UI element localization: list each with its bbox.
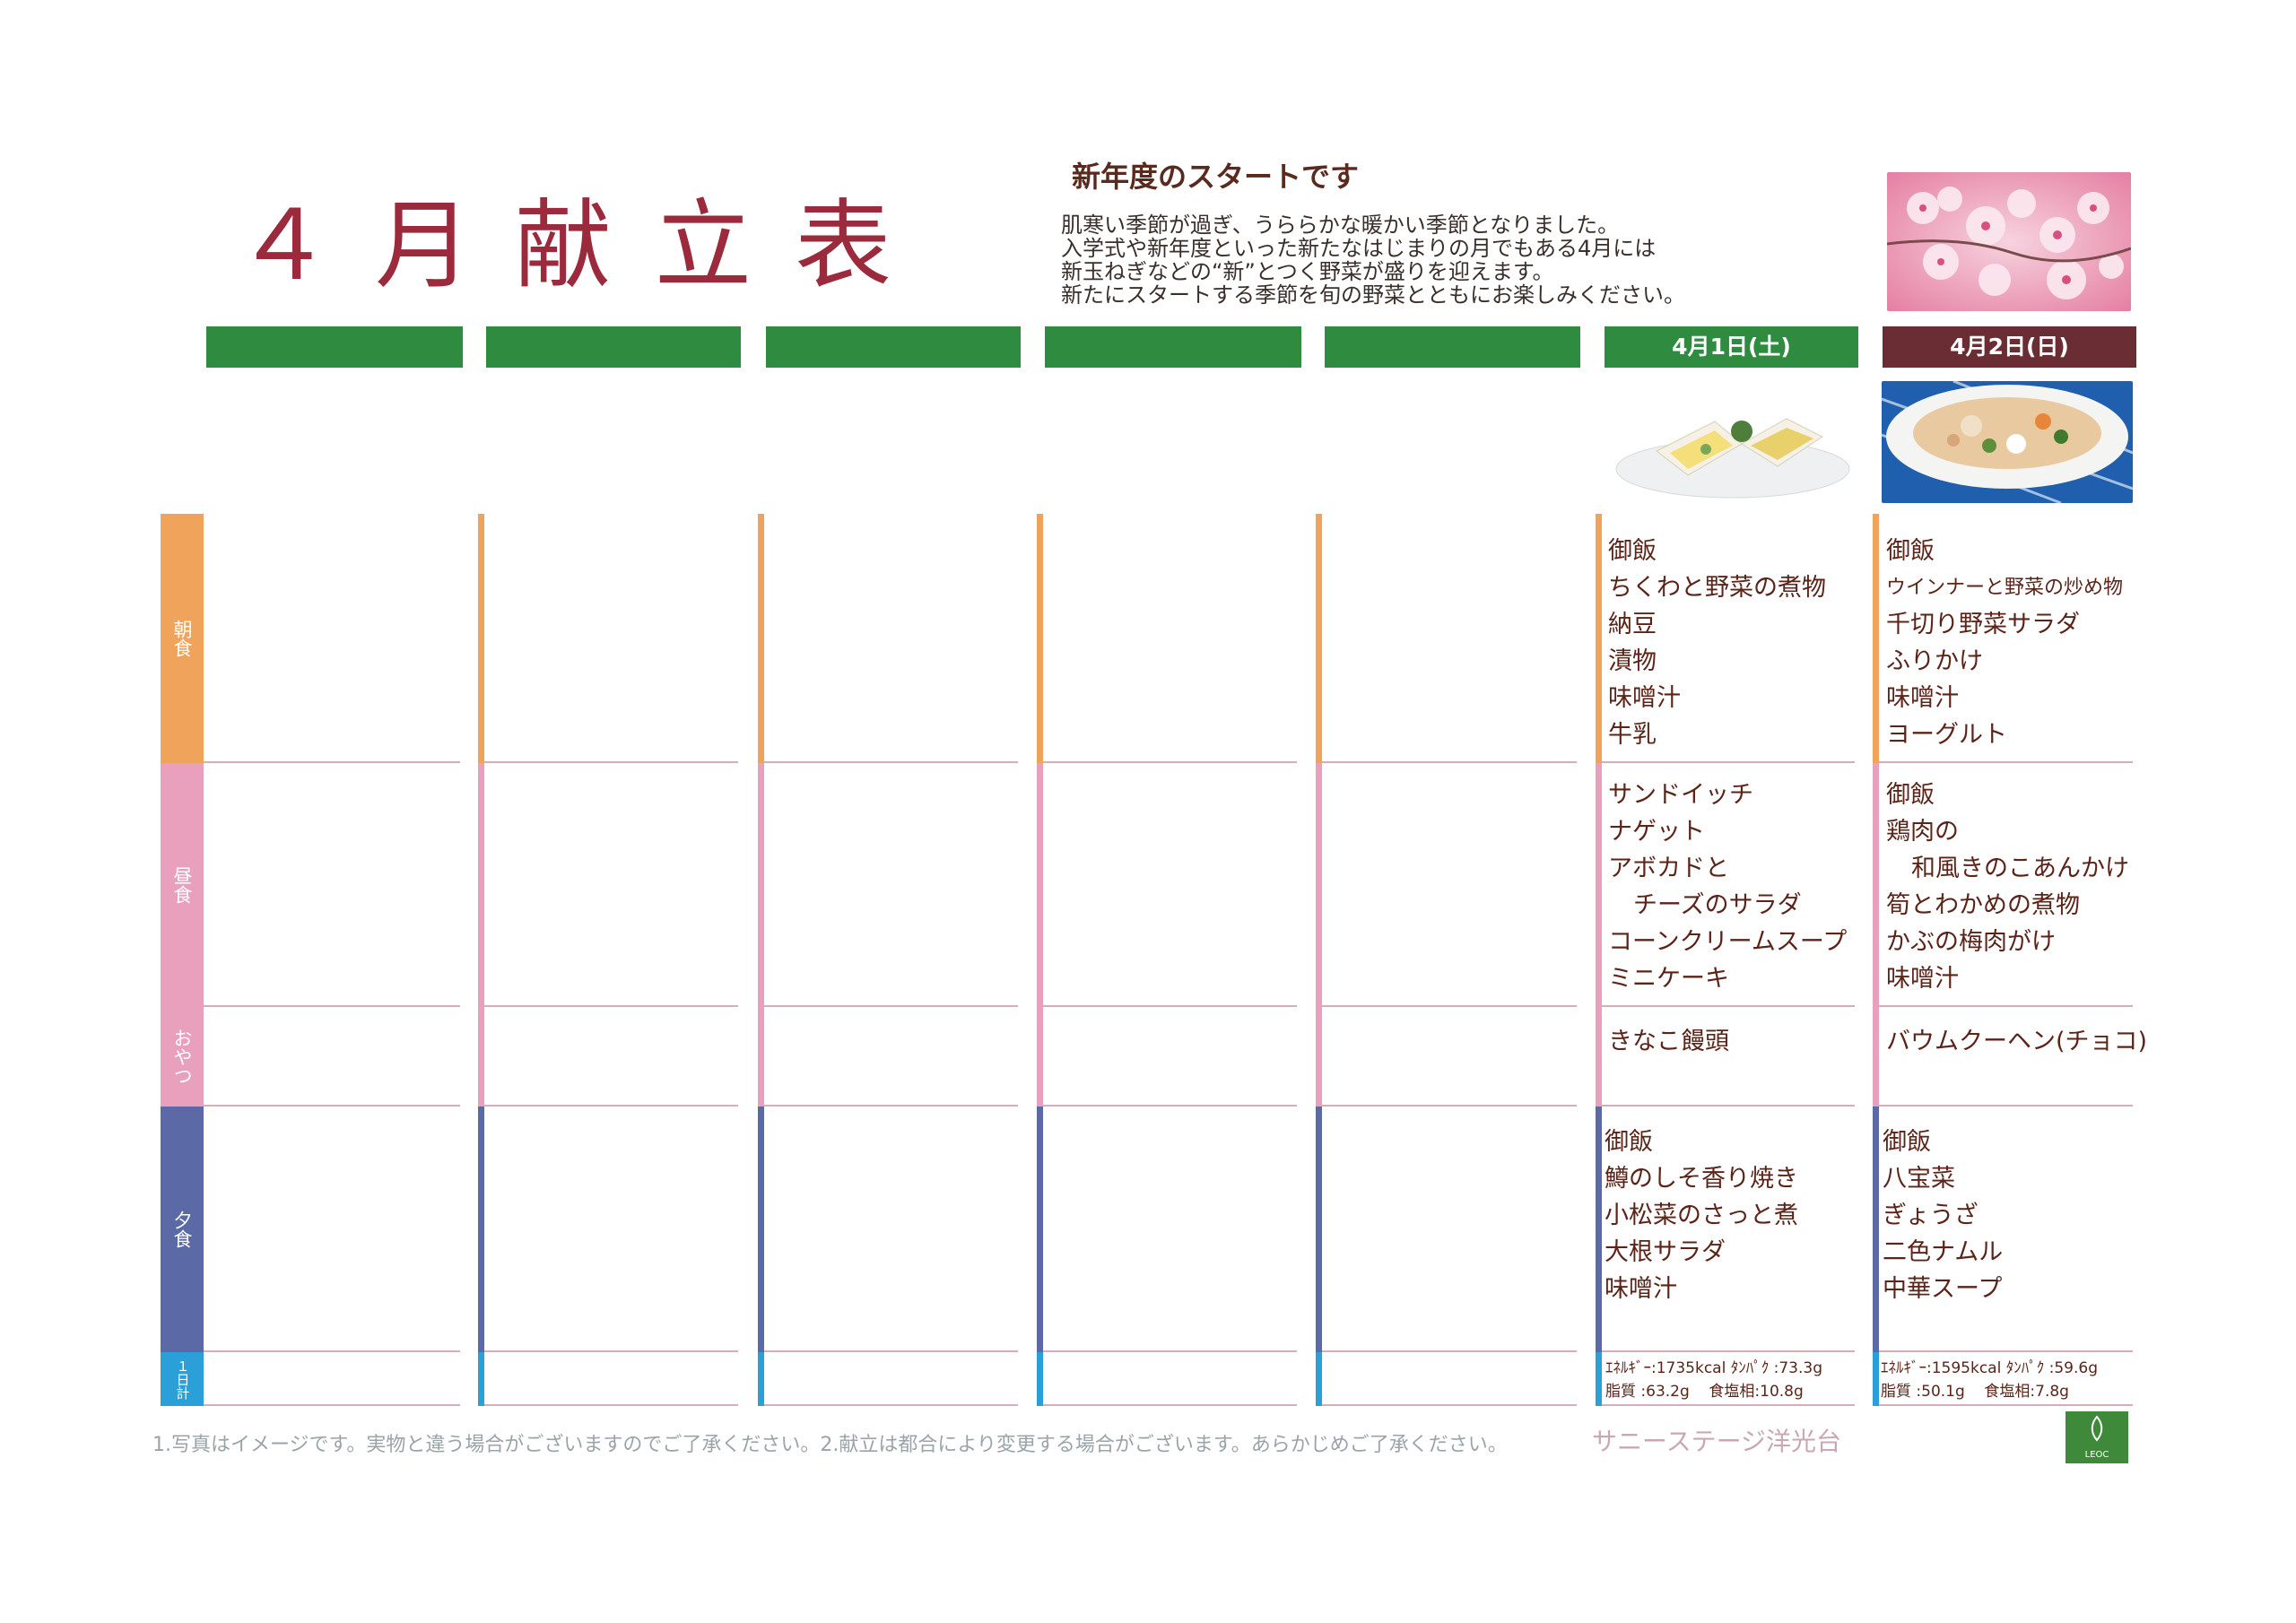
- menu-item: 和風きのこあんかけ: [1911, 855, 2129, 882]
- day-header-apr2: 4月2日(日): [1883, 326, 2136, 368]
- menu-item: 納豆: [1608, 611, 1657, 638]
- nutrition-apr2: ｴﾈﾙｷﾞｰ:1595kcal ﾀﾝﾊﾟｸ :59.6g 脂質 :50.1g 食…: [1881, 1357, 2098, 1403]
- menu-item: 味噌汁: [1886, 684, 1959, 712]
- salt-value: 食塩相:10.8g: [1709, 1383, 1804, 1401]
- menu-item: 大根サラダ: [1605, 1238, 1726, 1266]
- protein-value: ﾀﾝﾊﾟｸ :59.6g: [2005, 1359, 2099, 1377]
- dinner-menu-apr1: 御飯 鱒のしそ香り焼き 小松菜のさっと煮 大根サラダ 味噌汁: [1605, 1124, 1798, 1307]
- menu-item: ヨーグルト: [1886, 721, 2007, 749]
- menu-item: きなこ饅頭: [1608, 1028, 1729, 1055]
- intro-text: 肌寒い季節が過ぎ、うららかな暖かい季節となりました。 入学式や新年度といった新た…: [1061, 213, 1743, 307]
- salt-value: 食塩相:7.8g: [1984, 1383, 2069, 1401]
- menu-item: ミニケーキ: [1608, 965, 1729, 993]
- menu-item: 味噌汁: [1605, 1275, 1677, 1303]
- menu-item: ウインナーと野菜の炒め物: [1886, 577, 2124, 599]
- breakfast-menu-apr1: 御飯 ちくわと野菜の煮物 納豆 漬物 味噌汁 牛乳: [1608, 533, 1826, 753]
- protein-value: ﾀﾝﾊﾟｸ :73.3g: [1730, 1359, 1823, 1377]
- page-title: ４月献立表: [235, 190, 935, 302]
- menu-item: 千切り野菜サラダ: [1886, 611, 2080, 638]
- snack-menu-apr1: きなこ饅頭: [1608, 1023, 1729, 1060]
- menu-item: 小松菜のさっと煮: [1605, 1202, 1798, 1229]
- menu-item: サンドイッチ: [1608, 781, 1753, 809]
- leoc-logo: LEOC: [2066, 1411, 2128, 1463]
- day-header-blank: [766, 326, 1021, 368]
- menu-item: コーンクリームスープ: [1608, 928, 1848, 956]
- day-header-blank: [486, 326, 741, 368]
- sandwich-image: [1607, 381, 1855, 503]
- lunch-menu-apr1: サンドイッチ ナゲット アボカドと チーズのサラダ コーンクリームスープ ミニケ…: [1608, 777, 1847, 997]
- daily-total-label: １日計: [161, 1352, 204, 1406]
- menu-item: 二色ナムル: [1883, 1238, 2004, 1266]
- day-header-blank: [206, 326, 463, 368]
- menu-item: ふりかけ: [1886, 647, 1983, 675]
- dinner-menu-apr2: 御飯 八宝菜 ぎょうざ 二色ナムル 中華スープ: [1883, 1124, 2003, 1307]
- menu-item: 御飯: [1608, 537, 1657, 565]
- menu-item: 御飯: [1605, 1128, 1653, 1156]
- breakfast-label: 朝食: [161, 514, 204, 763]
- intro-line: 新玉ねぎなどの“新”とつく野菜が盛りを迎えます。: [1061, 259, 1554, 284]
- day-header-blank: [1045, 326, 1301, 368]
- menu-item: チーズのサラダ: [1633, 891, 1802, 919]
- menu-item: アボカドと: [1608, 855, 1729, 882]
- snack-menu-apr2: バウムクーヘン(チョコ): [1886, 1023, 2147, 1060]
- sandwich-photo: [1607, 381, 1855, 503]
- dinner-label: 夕食: [161, 1107, 204, 1352]
- happosai-photo: [1882, 381, 2133, 503]
- menu-item: 漬物: [1608, 647, 1657, 675]
- menu-item: ナゲット: [1608, 818, 1705, 846]
- day-header-blank: [1325, 326, 1580, 368]
- menu-item: かぶの梅肉がけ: [1886, 928, 2056, 956]
- happosai-image: [1882, 381, 2133, 503]
- leaf-icon: [2091, 1415, 2103, 1442]
- cherry-blossom-image: [1887, 172, 2131, 311]
- footer-note: 1.写真はイメージです。実物と違う場合がございますのでご了承ください。2.献立は…: [152, 1434, 1508, 1456]
- menu-item: 御飯: [1886, 537, 1935, 565]
- lunch-menu-apr2: 御飯 鶏肉の 和風きのこあんかけ 筍とわかめの煮物 かぶの梅肉がけ 味噌汁: [1886, 777, 2129, 997]
- snack-label: おやつ: [161, 1007, 204, 1107]
- menu-item: 鶏肉の: [1886, 818, 1959, 846]
- menu-item: 味噌汁: [1886, 965, 1959, 993]
- menu-item: 味噌汁: [1608, 684, 1681, 712]
- menu-item: 筍とわかめの煮物: [1886, 891, 2080, 919]
- facility-name: サニーステージ洋光台: [1592, 1427, 1842, 1456]
- intro-line: 肌寒い季節が過ぎ、うららかな暖かい季節となりました。: [1061, 213, 1620, 238]
- menu-item: 中華スープ: [1883, 1275, 2003, 1303]
- fat-value: 脂質 :63.2g: [1605, 1383, 1690, 1401]
- breakfast-menu-apr2: 御飯 ウインナーと野菜の炒め物 千切り野菜サラダ ふりかけ 味噌汁 ヨーグルト: [1886, 533, 2123, 753]
- menu-item: ぎょうざ: [1883, 1202, 1979, 1229]
- lunch-label: 昼食: [161, 763, 204, 1007]
- logo-text: LEOC: [2084, 1450, 2109, 1460]
- intro-line: 入学式や新年度といった新たなはじまりの月でもある4月には: [1061, 236, 1657, 261]
- menu-item: バウムクーヘン(チョコ): [1886, 1028, 2148, 1055]
- cherry-blossom-photo: [1887, 172, 2131, 311]
- intro-line: 新たにスタートする季節を旬の野菜とともにお楽しみください。: [1061, 282, 1685, 308]
- energy-value: ｴﾈﾙｷﾞｰ:1735kcal: [1605, 1359, 1726, 1377]
- energy-value: ｴﾈﾙｷﾞｰ:1595kcal: [1881, 1359, 2002, 1377]
- nutrition-apr1: ｴﾈﾙｷﾞｰ:1735kcal ﾀﾝﾊﾟｸ :73.3g 脂質 :63.2g 食…: [1605, 1357, 1822, 1403]
- menu-item: 御飯: [1883, 1128, 1931, 1156]
- fat-value: 脂質 :50.1g: [1881, 1383, 1965, 1401]
- menu-item: ちくわと野菜の煮物: [1608, 574, 1826, 602]
- menu-item: 八宝菜: [1883, 1165, 1955, 1193]
- menu-item: 鱒のしそ香り焼き: [1605, 1165, 1798, 1193]
- intro-heading: 新年度のスタートです: [1072, 160, 1360, 194]
- day-header-apr1: 4月1日(土): [1605, 326, 1858, 368]
- menu-item: 牛乳: [1608, 721, 1657, 749]
- menu-item: 御飯: [1886, 781, 1935, 809]
